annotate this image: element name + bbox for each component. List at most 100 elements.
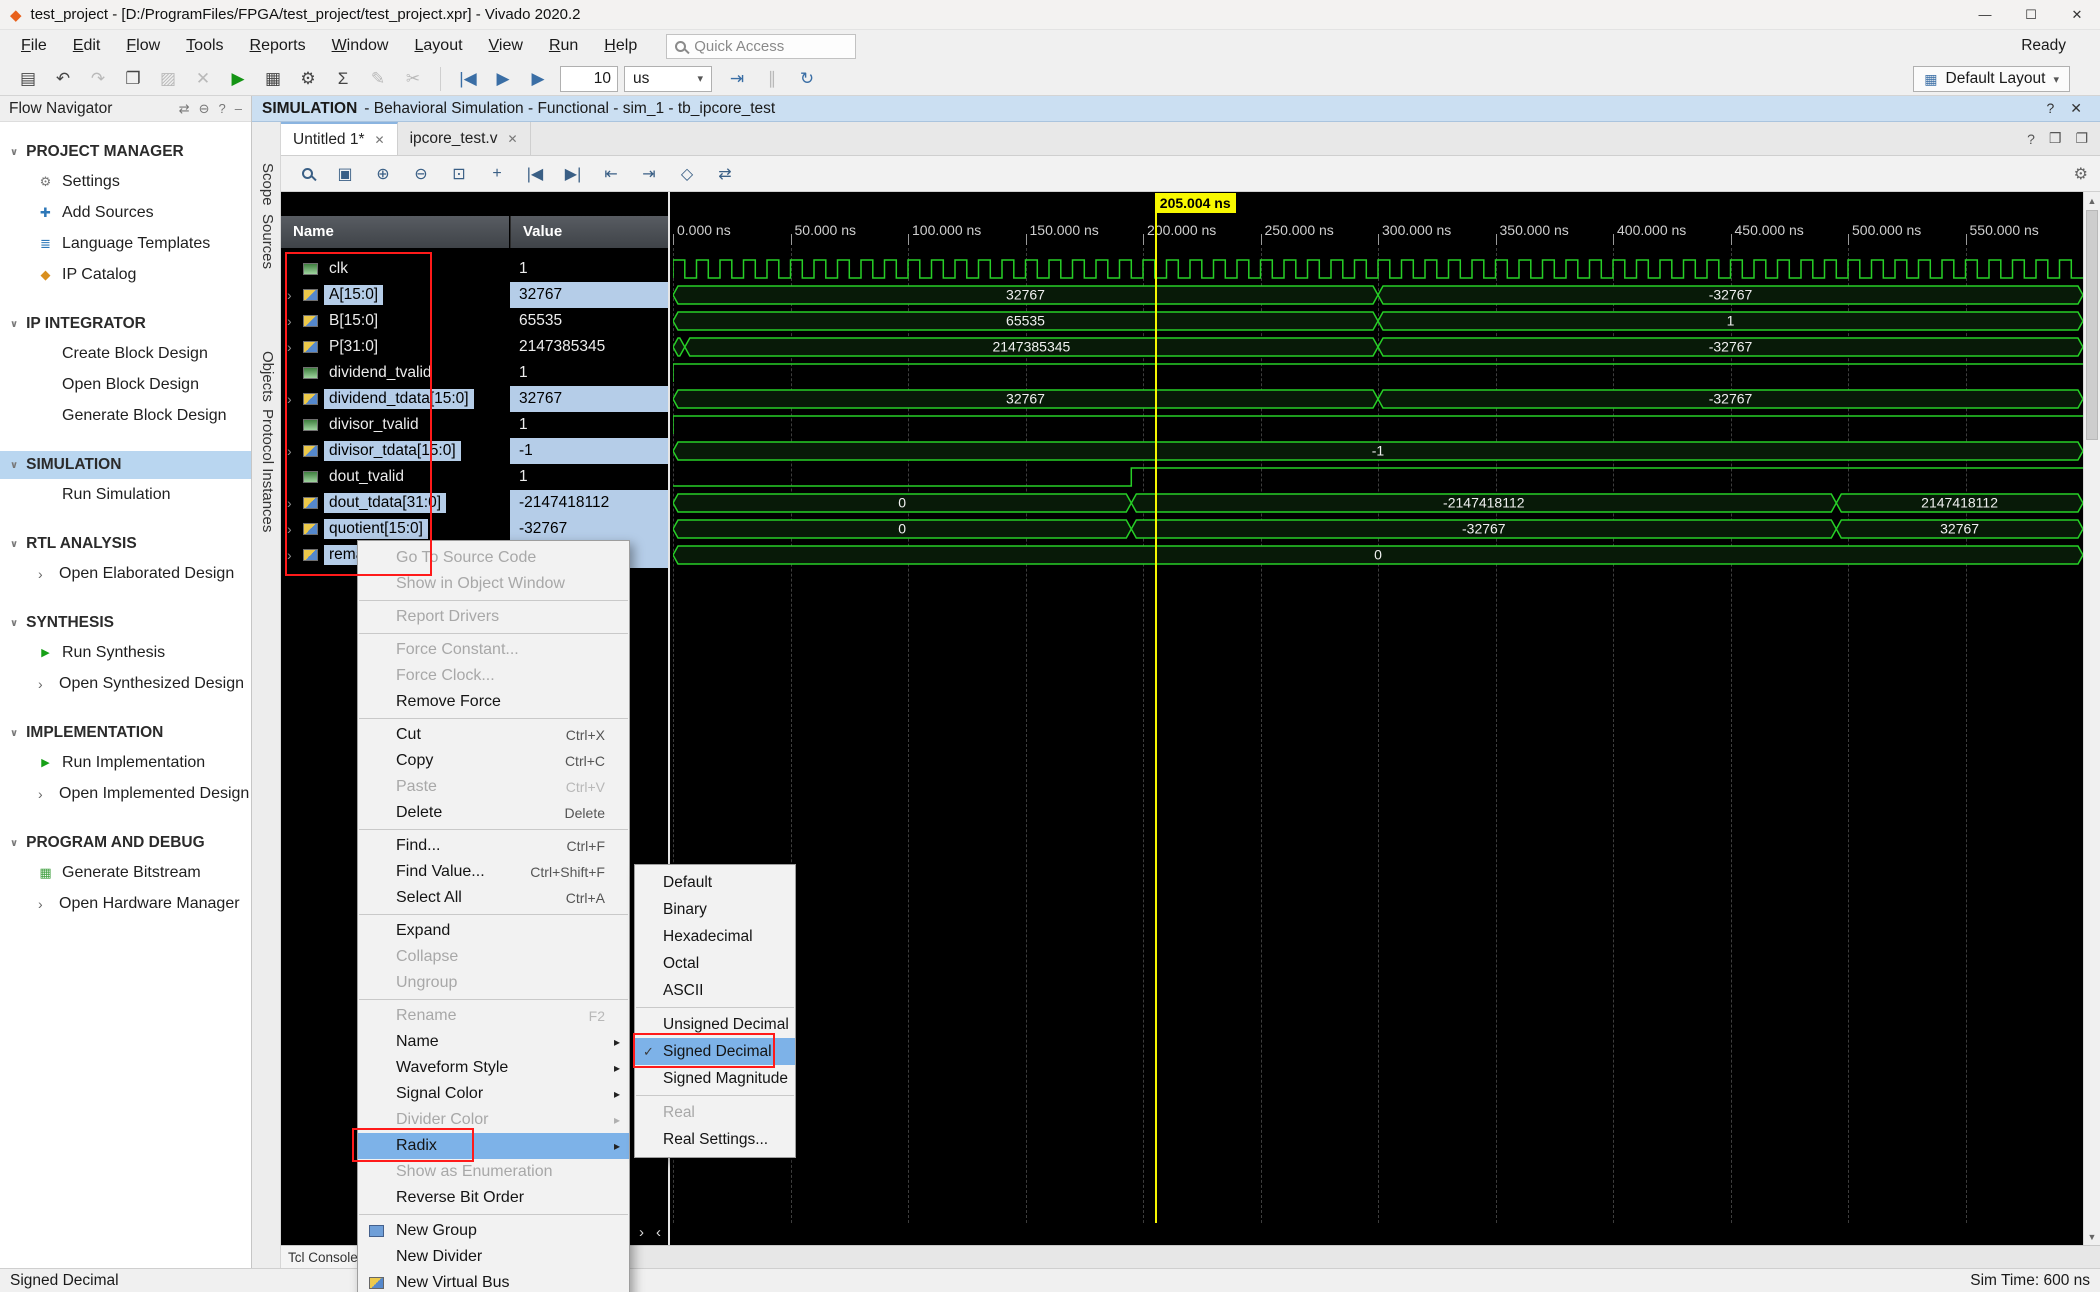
signal-name-row[interactable]: ›dividend_tdata[15:0] <box>281 386 509 412</box>
signal-name-row[interactable]: ›A[15:0] <box>281 282 509 308</box>
expand-arrow-icon[interactable]: › <box>287 547 297 563</box>
flow-item-generate-bitstream[interactable]: ▦Generate Bitstream <box>0 857 251 888</box>
minimize-button[interactable]: — <box>1962 0 2008 30</box>
context-item-new-virtual-bus[interactable]: New Virtual Bus <box>358 1270 629 1292</box>
waveform-row[interactable]: 655351 <box>673 308 2083 334</box>
context-item-new-divider[interactable]: New Divider <box>358 1244 629 1270</box>
tab-tcl-console[interactable]: Tcl Console <box>281 1246 359 1269</box>
swap-icon[interactable]: ⇄ <box>179 101 190 117</box>
scrollbar-thumb[interactable] <box>2086 210 2098 440</box>
settings-gear-icon[interactable]: ⚙ <box>292 65 324 93</box>
expand-arrow-icon[interactable]: › <box>287 313 297 329</box>
waveform-row[interactable]: 32767-32767 <box>673 386 2083 412</box>
radix-item-default[interactable]: Default <box>635 869 795 896</box>
context-item-signal-color[interactable]: Signal Color▸ <box>358 1081 629 1107</box>
close-simulation-icon[interactable]: ✕ <box>2070 100 2082 117</box>
flow-item-open-elaborated-design[interactable]: ›Open Elaborated Design <box>0 558 251 589</box>
waveform-settings-gear-icon[interactable]: ⚙ <box>2074 164 2088 184</box>
run-time-input[interactable]: 10 <box>560 66 618 92</box>
wave-tab-ipcore-test-v[interactable]: ipcore_test.v✕ <box>398 122 531 155</box>
side-tab-scope[interactable]: Scope <box>259 163 276 206</box>
expand-arrow-icon[interactable]: › <box>287 391 297 407</box>
flow-section-header-project-manager[interactable]: ∨PROJECT MANAGER <box>0 138 251 166</box>
radix-item-unsigned-decimal[interactable]: Unsigned Decimal <box>635 1011 795 1038</box>
menu-view[interactable]: View <box>476 32 536 60</box>
step-icon[interactable]: ⇥ <box>721 65 753 93</box>
splitter-collapse-arrows[interactable]: ›‹ <box>639 1224 661 1241</box>
run-all-icon[interactable]: ▶ <box>487 65 519 93</box>
maximize-button[interactable]: ☐ <box>2008 0 2054 30</box>
scroll-up-icon[interactable]: ▲ <box>2084 192 2100 209</box>
signal-name-row[interactable]: ›dividend_tvalid <box>281 360 509 386</box>
layout-select[interactable]: ▦ Default Layout ▾ <box>1913 66 2070 92</box>
context-item-find[interactable]: Find...Ctrl+F <box>358 833 629 859</box>
waveform-row[interactable] <box>673 360 2083 386</box>
close-button[interactable]: ✕ <box>2054 0 2100 30</box>
flow-section-header-simulation[interactable]: ∨SIMULATION <box>0 451 251 479</box>
waveform-row[interactable] <box>673 464 2083 490</box>
side-tab-protocol-instances[interactable]: Protocol Instances <box>259 409 276 532</box>
context-item-radix[interactable]: Radix▸ <box>358 1133 629 1159</box>
help-icon[interactable]: ? <box>2046 100 2054 117</box>
flow-item-run-simulation[interactable]: Run Simulation <box>0 479 251 510</box>
waveform-row[interactable]: 2147385345-32767 <box>673 334 2083 360</box>
flow-item-add-sources[interactable]: ✚Add Sources <box>0 197 251 228</box>
flow-item-settings[interactable]: ⚙Settings <box>0 166 251 197</box>
zoom-in-icon[interactable]: ⊕ <box>369 160 397 187</box>
menu-reports[interactable]: Reports <box>237 32 319 60</box>
radix-item-ascii[interactable]: ASCII <box>635 977 795 1004</box>
help-icon[interactable]: ? <box>219 101 226 117</box>
waveform-row[interactable]: 0-21474181122147418112 <box>673 490 2083 516</box>
expand-right-icon[interactable]: › <box>639 1224 644 1241</box>
context-item-new-group[interactable]: New Group <box>358 1218 629 1244</box>
next-transition-icon[interactable]: ⇥ <box>635 160 663 187</box>
collapse-left-icon[interactable]: ‹ <box>656 1224 661 1241</box>
waveform-row[interactable]: 0-3276732767 <box>673 516 2083 542</box>
float-window-icon[interactable]: ❒ <box>2049 130 2062 147</box>
flow-item-ip-catalog[interactable]: ◆IP Catalog <box>0 259 251 290</box>
name-column-header[interactable]: Name <box>281 216 509 248</box>
menu-run[interactable]: Run <box>536 32 591 60</box>
context-item-cut[interactable]: CutCtrl+X <box>358 722 629 748</box>
signal-name-row[interactable]: ›quotient[15:0] <box>281 516 509 542</box>
run-for-time-icon[interactable]: ▶ <box>522 65 554 93</box>
context-item-select-all[interactable]: Select AllCtrl+A <box>358 885 629 911</box>
context-item-expand[interactable]: Expand <box>358 918 629 944</box>
radix-item-hexadecimal[interactable]: Hexadecimal <box>635 923 795 950</box>
close-tab-icon[interactable]: ✕ <box>375 133 385 147</box>
flow-section-header-ip-integrator[interactable]: ∨IP INTEGRATOR <box>0 310 251 338</box>
undo-icon[interactable]: ↶ <box>47 65 79 93</box>
menu-flow[interactable]: Flow <box>113 32 173 60</box>
signal-name-row[interactable]: ›divisor_tdata[15:0] <box>281 438 509 464</box>
context-item-remove-force[interactable]: Remove Force <box>358 689 629 715</box>
zoom-fit-icon[interactable]: ⊡ <box>445 160 473 187</box>
add-marker-icon[interactable]: ◇ <box>673 160 701 187</box>
side-tab-objects[interactable]: Objects <box>259 351 276 402</box>
swap-cursors-icon[interactable]: ⇄ <box>711 160 739 187</box>
minimize-panel-icon[interactable]: – <box>235 101 242 117</box>
copy-icon[interactable]: ❐ <box>117 65 149 93</box>
vertical-scrollbar[interactable]: ▲ ▼ <box>2083 192 2100 1245</box>
save-waveform-icon[interactable]: ▣ <box>331 160 359 187</box>
time-unit-select[interactable]: us ▾ <box>624 66 712 92</box>
menu-edit[interactable]: Edit <box>60 32 114 60</box>
previous-transition-icon[interactable]: ⇤ <box>597 160 625 187</box>
restart-simulation-icon[interactable]: |◀ <box>452 65 484 93</box>
waveform-row[interactable]: 0 <box>673 542 2083 568</box>
close-tab-icon[interactable]: ✕ <box>507 132 517 146</box>
radix-item-octal[interactable]: Octal <box>635 950 795 977</box>
flow-item-run-implementation[interactable]: ▶Run Implementation <box>0 747 251 778</box>
radix-item-binary[interactable]: Binary <box>635 896 795 923</box>
sum-icon[interactable]: Σ <box>327 65 359 93</box>
expand-arrow-icon[interactable]: › <box>287 495 297 511</box>
radix-item-signed-decimal[interactable]: ✓Signed Decimal <box>635 1038 795 1065</box>
flow-item-open-hardware-manager[interactable]: ›Open Hardware Manager <box>0 888 251 919</box>
menu-layout[interactable]: Layout <box>401 32 475 60</box>
run-icon[interactable]: ▶ <box>222 65 254 93</box>
signal-name-row[interactable]: ›B[15:0] <box>281 308 509 334</box>
value-column-header[interactable]: Value <box>510 216 668 248</box>
scroll-down-icon[interactable]: ▼ <box>2084 1228 2100 1245</box>
expand-arrow-icon[interactable]: › <box>287 287 297 303</box>
radix-item-signed-magnitude[interactable]: Signed Magnitude <box>635 1065 795 1092</box>
relaunch-icon[interactable]: ↻ <box>791 65 823 93</box>
